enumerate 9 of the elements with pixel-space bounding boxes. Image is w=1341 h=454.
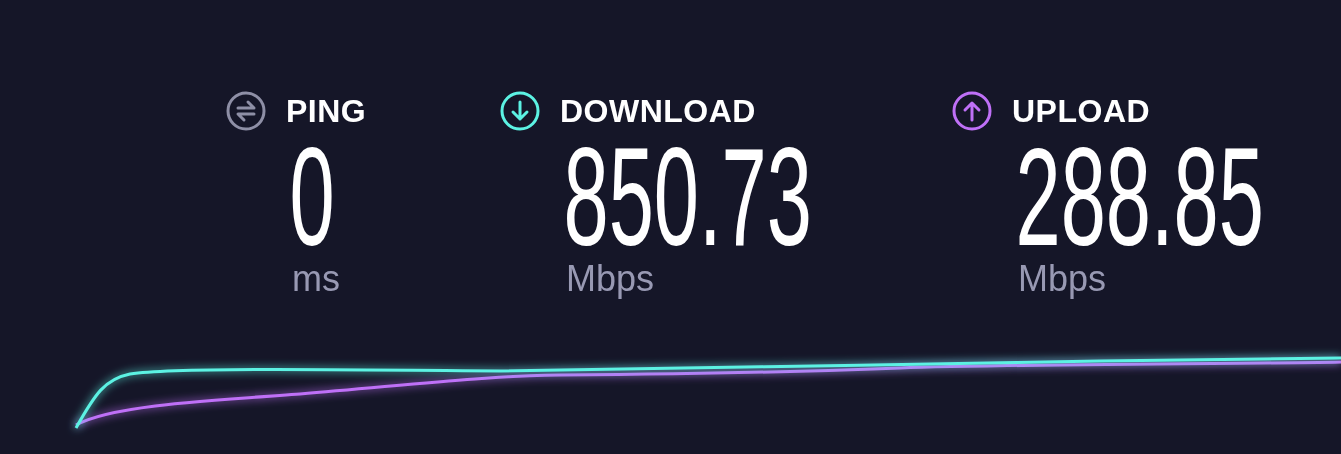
metric-unit: Mbps (1017, 259, 1107, 299)
metric-unit: Mbps (565, 259, 655, 299)
metric-label: PING (286, 93, 367, 129)
metric-label: DOWNLOAD (560, 93, 756, 129)
metric-value: 0 (289, 141, 335, 253)
metric-value: 850.73 (563, 141, 812, 253)
metric-label: UPLOAD (1012, 93, 1151, 129)
metric-unit: ms (291, 259, 340, 299)
metric-value: 288.85 (1015, 141, 1264, 253)
